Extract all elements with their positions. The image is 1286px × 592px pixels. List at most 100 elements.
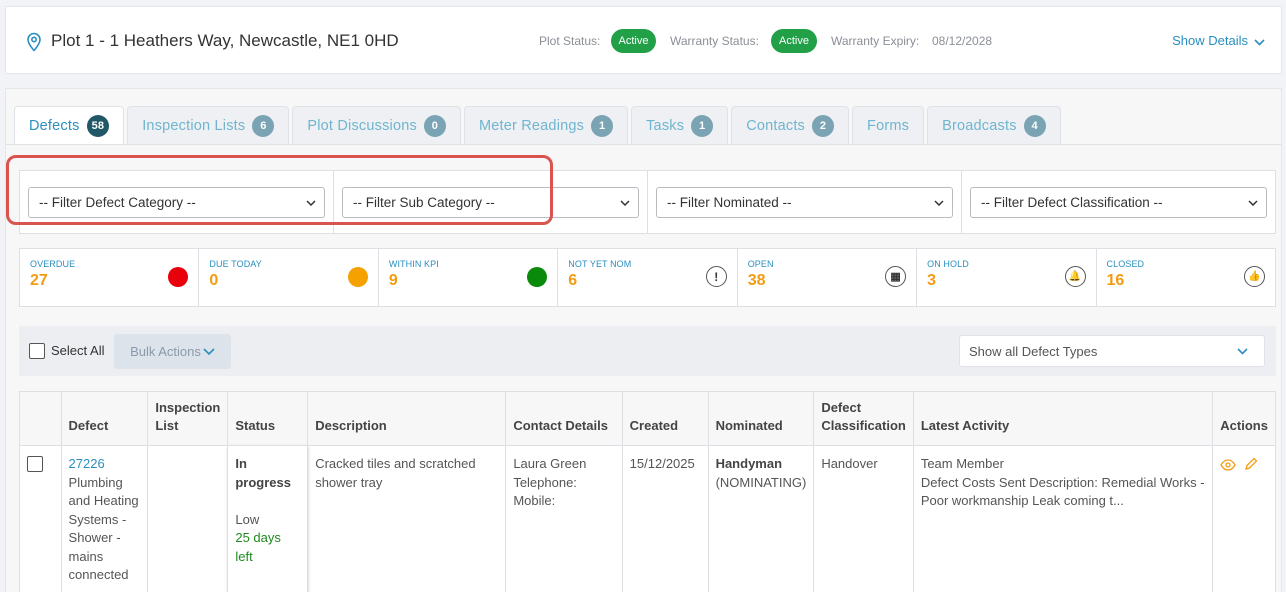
tab-label: Defects — [29, 118, 80, 134]
classification-cell: Handover — [813, 445, 914, 592]
kpi-open[interactable]: OPEN 38 ▦ — [738, 249, 918, 306]
show-details-button[interactable]: Show Details — [1172, 33, 1265, 48]
tab-meter-readings[interactable]: Meter Readings 1 — [463, 106, 629, 144]
row-select-cell — [19, 445, 62, 592]
latest-activity-cell: Team Member Defect Costs Sent Description… — [912, 445, 1214, 592]
actions-cell — [1212, 445, 1276, 592]
column-header[interactable]: Contact Details — [505, 391, 623, 446]
table-row[interactable]: 27226 Plumbing and Heating Systems - Show… — [19, 445, 1276, 592]
status-cell: In progress Low 25 days left — [227, 445, 309, 592]
tab-inspection-lists[interactable]: Inspection Lists 6 — [127, 106, 290, 144]
eye-icon[interactable] — [1220, 459, 1237, 471]
kpi-within-kpi[interactable]: WITHIN KPI 9 — [379, 249, 559, 306]
defects-panel: Defects 58 Inspection Lists 6 Plot Discuss… — [5, 88, 1282, 592]
kpi-label: ON HOLD — [927, 259, 969, 269]
kpi-not-yet-nominated[interactable]: NOT YET NOM 6! — [558, 249, 738, 306]
defects-table: Defect Inspection List Status Descriptio… — [19, 391, 1276, 592]
sub-category-filter[interactable]: -- Filter Sub Category -- — [342, 187, 639, 218]
warranty-status-label: Warranty Status: — [670, 34, 759, 48]
filter-cell: -- Filter Defect Category -- — [20, 171, 334, 233]
kpi-label: CLOSED — [1106, 259, 1145, 269]
contact-mobile: Mobile: — [513, 493, 556, 508]
table-header-row: Defect Inspection List Status Descriptio… — [19, 391, 1276, 446]
tab-contacts[interactable]: Contacts 2 — [731, 106, 850, 144]
select-value: -- Filter Nominated -- — [667, 195, 792, 210]
warranty-expiry-label: Warranty Expiry: — [831, 34, 920, 48]
column-header[interactable]: Defect — [60, 391, 149, 446]
defect-types-select[interactable]: Show all Defect Types — [959, 335, 1265, 367]
tab-plot-discussions[interactable]: Plot Discussions 0 — [292, 106, 461, 144]
tab-label: Meter Readings — [478, 117, 585, 134]
kpi-label: OVERDUE — [30, 259, 76, 269]
column-header[interactable]: Description — [307, 391, 507, 446]
chevron-down-icon — [1254, 39, 1265, 46]
tab-label: Forms — [867, 117, 910, 134]
tab-label: Plot Discussions — [307, 117, 417, 134]
tab-count-badge: 1 — [691, 114, 714, 137]
column-header-select — [19, 391, 62, 446]
column-header[interactable]: Inspection List — [147, 391, 229, 446]
tab-count-badge: 4 — [1023, 114, 1046, 137]
column-header[interactable]: Latest Activity — [912, 391, 1214, 446]
kpi-label: DUE TODAY — [209, 259, 262, 269]
tab-tasks[interactable]: Tasks 1 — [631, 106, 729, 144]
column-header[interactable]: Status — [227, 391, 309, 446]
select-all-label: Select All — [51, 343, 105, 358]
show-details-label: Show Details — [1172, 33, 1248, 48]
select-value: -- Filter Defect Classification -- — [981, 195, 1163, 210]
tab-label: Inspection Lists — [142, 117, 246, 134]
kpi-due-today[interactable]: DUE TODAY 0 — [199, 249, 379, 306]
nominated-name: Handyman — [715, 456, 783, 471]
defect-category-filter[interactable]: -- Filter Defect Category -- — [28, 187, 325, 218]
defects-tab-content: -- Filter Defect Category -- -- Filter S… — [6, 144, 1281, 592]
column-header: Actions — [1212, 391, 1276, 446]
plot-title: Plot 1 - 1 Heathers Way, Newcastle, NE1 … — [51, 31, 399, 50]
defect-text: Plumbing and Heating Systems - Shower - … — [68, 474, 139, 583]
nominated-cell: Handyman (NOMINATING) — [707, 445, 815, 592]
nominated-filter[interactable]: -- Filter Nominated -- — [656, 187, 953, 218]
kpi-closed[interactable]: CLOSED 16 👍 — [1097, 249, 1275, 306]
filter-cell: -- Filter Defect Classification -- — [962, 171, 1275, 233]
status-text: In progress — [235, 456, 291, 490]
select-all-checkbox[interactable] — [29, 343, 45, 359]
kpi-value: 6 — [568, 272, 578, 289]
column-header[interactable]: Defect Classification — [813, 391, 914, 446]
defect-id-link[interactable]: 27226 — [69, 456, 105, 471]
kpi-value: 3 — [927, 272, 937, 289]
tab-defects[interactable]: Defects 58 — [14, 106, 125, 145]
row-checkbox[interactable] — [27, 456, 43, 472]
bell-icon: 🔔 — [1064, 266, 1086, 287]
pencil-icon[interactable] — [1244, 457, 1258, 471]
tab-bar: Defects 58 Inspection Lists 6 Plot Discuss… — [14, 106, 1061, 145]
defect-classification-filter[interactable]: -- Filter Defect Classification -- — [970, 187, 1267, 218]
tab-label: Tasks — [646, 117, 685, 134]
activity-author: Team Member — [920, 456, 1004, 471]
chevron-down-icon — [934, 199, 944, 206]
plot-header: Plot 1 - 1 Heathers Way, Newcastle, NE1 … — [5, 6, 1282, 74]
contact-name: Laura Green — [513, 456, 587, 471]
kpi-on-hold[interactable]: ON HOLD 3 🔔 — [917, 249, 1097, 306]
kpi-label: WITHIN KPI — [388, 259, 439, 269]
tab-count-badge: 2 — [812, 114, 835, 137]
tab-forms[interactable]: Forms — [852, 106, 925, 144]
contact-telephone: Telephone: — [513, 474, 577, 490]
contact-cell: Laura Green Telephone: Mobile: — [505, 445, 623, 592]
bulk-actions-button[interactable]: Bulk Actions — [114, 334, 231, 369]
plot-status-badge: Active — [611, 29, 656, 53]
priority-text: Low — [235, 511, 260, 527]
chevron-down-icon — [620, 199, 630, 206]
column-header[interactable]: Nominated — [707, 391, 815, 446]
filter-cell: -- Filter Sub Category -- — [334, 171, 648, 233]
tab-broadcasts[interactable]: Broadcasts 4 — [927, 106, 1061, 144]
tab-count-badge: 1 — [591, 114, 614, 137]
bulk-actions-label: Bulk Actions — [130, 344, 201, 359]
tab-label: Contacts — [746, 117, 806, 134]
kpi-overdue[interactable]: OVERDUE 27 — [20, 249, 200, 306]
chevron-down-icon — [1237, 347, 1248, 355]
chevron-down-icon — [203, 348, 215, 355]
created-cell: 15/12/2025 — [621, 445, 709, 592]
activity-text: Defect Costs Sent Description: Remedial … — [920, 474, 1205, 509]
column-header[interactable]: Created — [621, 391, 709, 446]
chevron-down-icon — [1248, 199, 1258, 206]
inspection-list-cell — [147, 445, 229, 592]
